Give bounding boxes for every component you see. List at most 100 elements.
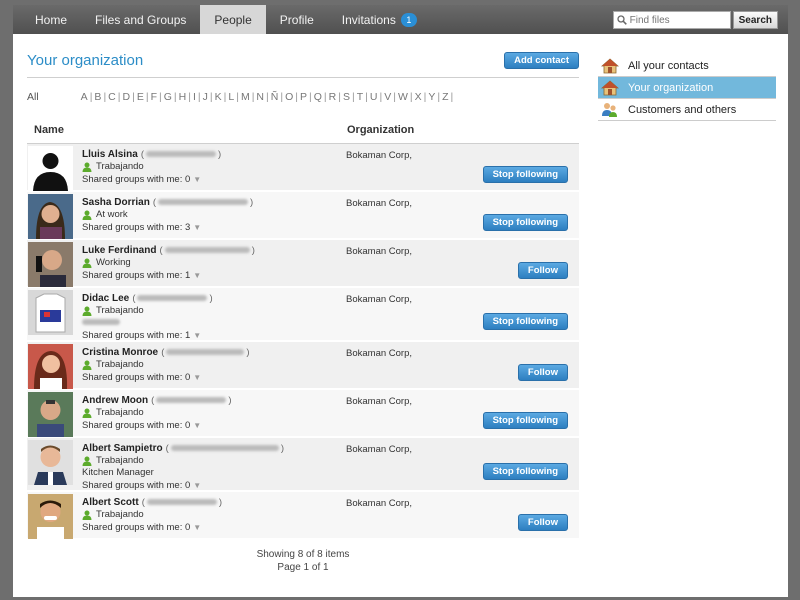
avatar[interactable] — [28, 344, 73, 389]
alpha-letter-link[interactable]: S — [343, 91, 350, 103]
people-list: Lluis Alsina () Trabajando Shared groups w… — [27, 144, 579, 540]
alpha-letter-link[interactable]: N — [256, 91, 264, 103]
tab-label: People — [214, 12, 252, 27]
stop-following-button[interactable]: Stop following — [482, 313, 568, 330]
person-name-link[interactable]: Albert Sampietro — [82, 443, 163, 454]
person-name-link[interactable]: Cristina Monroe — [82, 347, 158, 358]
sidebar-item-label: Your organization — [628, 81, 714, 94]
tab-profile[interactable]: Profile — [266, 5, 328, 34]
shared-groups-toggle[interactable]: Shared groups with me: 1 ▼ — [82, 330, 346, 342]
person-status-icon — [82, 306, 92, 316]
stop-following-button[interactable]: Stop following — [482, 214, 568, 231]
sidebar-item-all-contacts[interactable]: All your contacts — [598, 55, 776, 77]
status-line: Working — [82, 257, 346, 269]
alpha-letter-link[interactable]: M — [241, 91, 250, 103]
page-title: Your organization — [27, 51, 144, 69]
alpha-letter-link[interactable]: X — [415, 91, 422, 103]
shared-groups-toggle[interactable]: Shared groups with me: 3 ▼ — [82, 222, 346, 234]
person-row: Albert Sampietro () Trabajando Kitchen Man… — [27, 438, 579, 492]
person-name-link[interactable]: Lluis Alsina — [82, 149, 138, 160]
person-row: Lluis Alsina () Trabajando Shared groups w… — [27, 144, 579, 192]
shared-groups-text: Shared groups with me: 0 — [82, 420, 191, 431]
house-icon — [601, 57, 619, 73]
person-name-link[interactable]: Sasha Dorrian — [82, 197, 150, 208]
avatar[interactable] — [28, 194, 73, 239]
stop-following-button[interactable]: Stop following — [482, 412, 568, 429]
search-button[interactable]: Search — [732, 11, 778, 29]
follow-button[interactable]: Follow — [517, 262, 568, 279]
person-job-title: Kitchen Manager — [82, 467, 154, 478]
alpha-separator: | — [365, 91, 368, 103]
person-row: Luke Ferdinand () Working Shared groups wi… — [27, 240, 579, 288]
status-text: Trabajando — [96, 509, 144, 520]
avatar[interactable] — [28, 146, 73, 191]
sidebar-item-customers-and-others[interactable]: Customers and others — [598, 99, 776, 121]
alpha-all-link[interactable]: All — [27, 91, 39, 103]
shared-groups-toggle[interactable]: Shared groups with me: 0 ▼ — [82, 480, 346, 492]
person-row: Sasha Dorrian () At work Shared groups wit… — [27, 192, 579, 240]
tab-people[interactable]: People — [200, 5, 266, 34]
shared-groups-toggle[interactable]: Shared groups with me: 1 ▼ — [82, 270, 346, 282]
avatar[interactable] — [28, 242, 73, 287]
status-text: Trabajando — [96, 359, 144, 370]
follow-button[interactable]: Follow — [517, 364, 568, 381]
stop-following-button[interactable]: Stop following — [482, 463, 568, 480]
stop-following-button[interactable]: Stop following — [482, 166, 568, 183]
title-row: Your organization Add contact — [27, 49, 579, 71]
tab-files-and-groups[interactable]: Files and Groups — [81, 5, 200, 34]
alpha-letter-link[interactable]: Z — [442, 91, 448, 103]
alpha-letter-link[interactable]: Q — [314, 91, 322, 103]
person-status-icon — [82, 258, 92, 268]
follow-button[interactable]: Follow — [517, 514, 568, 531]
alphabet-filter: All A | B | C | D | E | F | G | H | I | J | K | L | M | N | Ñ | O | P | Q |… — [27, 90, 579, 104]
person-info: Albert Sampietro () Trabajando Kitchen Man… — [82, 438, 346, 492]
avatar[interactable] — [28, 440, 73, 485]
main-content: Your organization Add contact All A | B | C |… — [27, 49, 579, 574]
tab-label: Files and Groups — [95, 12, 187, 27]
person-name-link[interactable]: Didac Lee — [82, 293, 129, 304]
shared-groups-toggle[interactable]: Shared groups with me: 0 ▼ — [82, 372, 346, 384]
person-name-link[interactable]: Albert Scott — [82, 497, 139, 508]
search-icon — [616, 15, 627, 25]
avatar[interactable] — [28, 290, 73, 335]
tab-label: Invitations — [341, 12, 396, 27]
alpha-letter-link[interactable]: A — [81, 91, 88, 103]
person-status-icon — [82, 162, 92, 172]
status-text: Working — [96, 257, 131, 268]
email-bracket: ( — [152, 197, 157, 208]
chevron-down-icon: ▼ — [193, 523, 202, 532]
alpha-letter-link[interactable]: W — [398, 91, 408, 103]
alpha-letter-link[interactable]: C — [108, 91, 116, 103]
sidebar-item-your-organization[interactable]: Your organization — [598, 77, 776, 99]
person-info: Luke Ferdinand () Working Shared groups wi… — [82, 240, 346, 286]
alpha-separator: | — [197, 91, 201, 103]
person-name-link[interactable]: Andrew Moon — [82, 395, 148, 406]
alpha-letter-link[interactable]: G — [164, 91, 172, 103]
email-bracket: ) — [246, 347, 250, 358]
page-indicator: Page 1 of 1 — [277, 562, 329, 573]
person-info: Lluis Alsina () Trabajando Shared groups w… — [82, 144, 346, 190]
alpha-letter-link[interactable]: D — [123, 91, 131, 103]
add-contact-button[interactable]: Add contact — [504, 51, 579, 69]
alpha-letter-link[interactable]: E — [137, 91, 144, 103]
shared-groups-toggle[interactable]: Shared groups with me: 0 ▼ — [82, 174, 346, 186]
search-input[interactable] — [629, 14, 726, 26]
tab-invitations[interactable]: Invitations 1 — [328, 5, 431, 34]
avatar[interactable] — [28, 494, 73, 539]
shared-groups-text: Shared groups with me: 1 — [82, 330, 191, 341]
status-line: Trabajando — [82, 455, 346, 467]
tab-home[interactable]: Home — [13, 5, 81, 34]
person-info: Didac Lee () Trabajando Shared groups with… — [82, 288, 346, 342]
person-name-link[interactable]: Luke Ferdinand — [82, 245, 156, 256]
avatar[interactable] — [28, 392, 73, 437]
alpha-letter-link[interactable]: P — [300, 91, 307, 103]
shared-groups-toggle[interactable]: Shared groups with me: 0 ▼ — [82, 420, 346, 432]
person-info: Cristina Monroe () Trabajando Shared group… — [82, 342, 346, 388]
chevron-down-icon: ▼ — [193, 421, 202, 430]
shared-groups-toggle[interactable]: Shared groups with me: 0 ▼ — [82, 522, 346, 534]
organization-name: Bokaman Corp, — [346, 294, 413, 305]
avatar-cell — [27, 240, 82, 287]
avatar-cell — [27, 492, 82, 539]
sidebar-item-label: Customers and others — [628, 103, 737, 116]
alpha-letter-link[interactable]: K — [215, 91, 222, 103]
